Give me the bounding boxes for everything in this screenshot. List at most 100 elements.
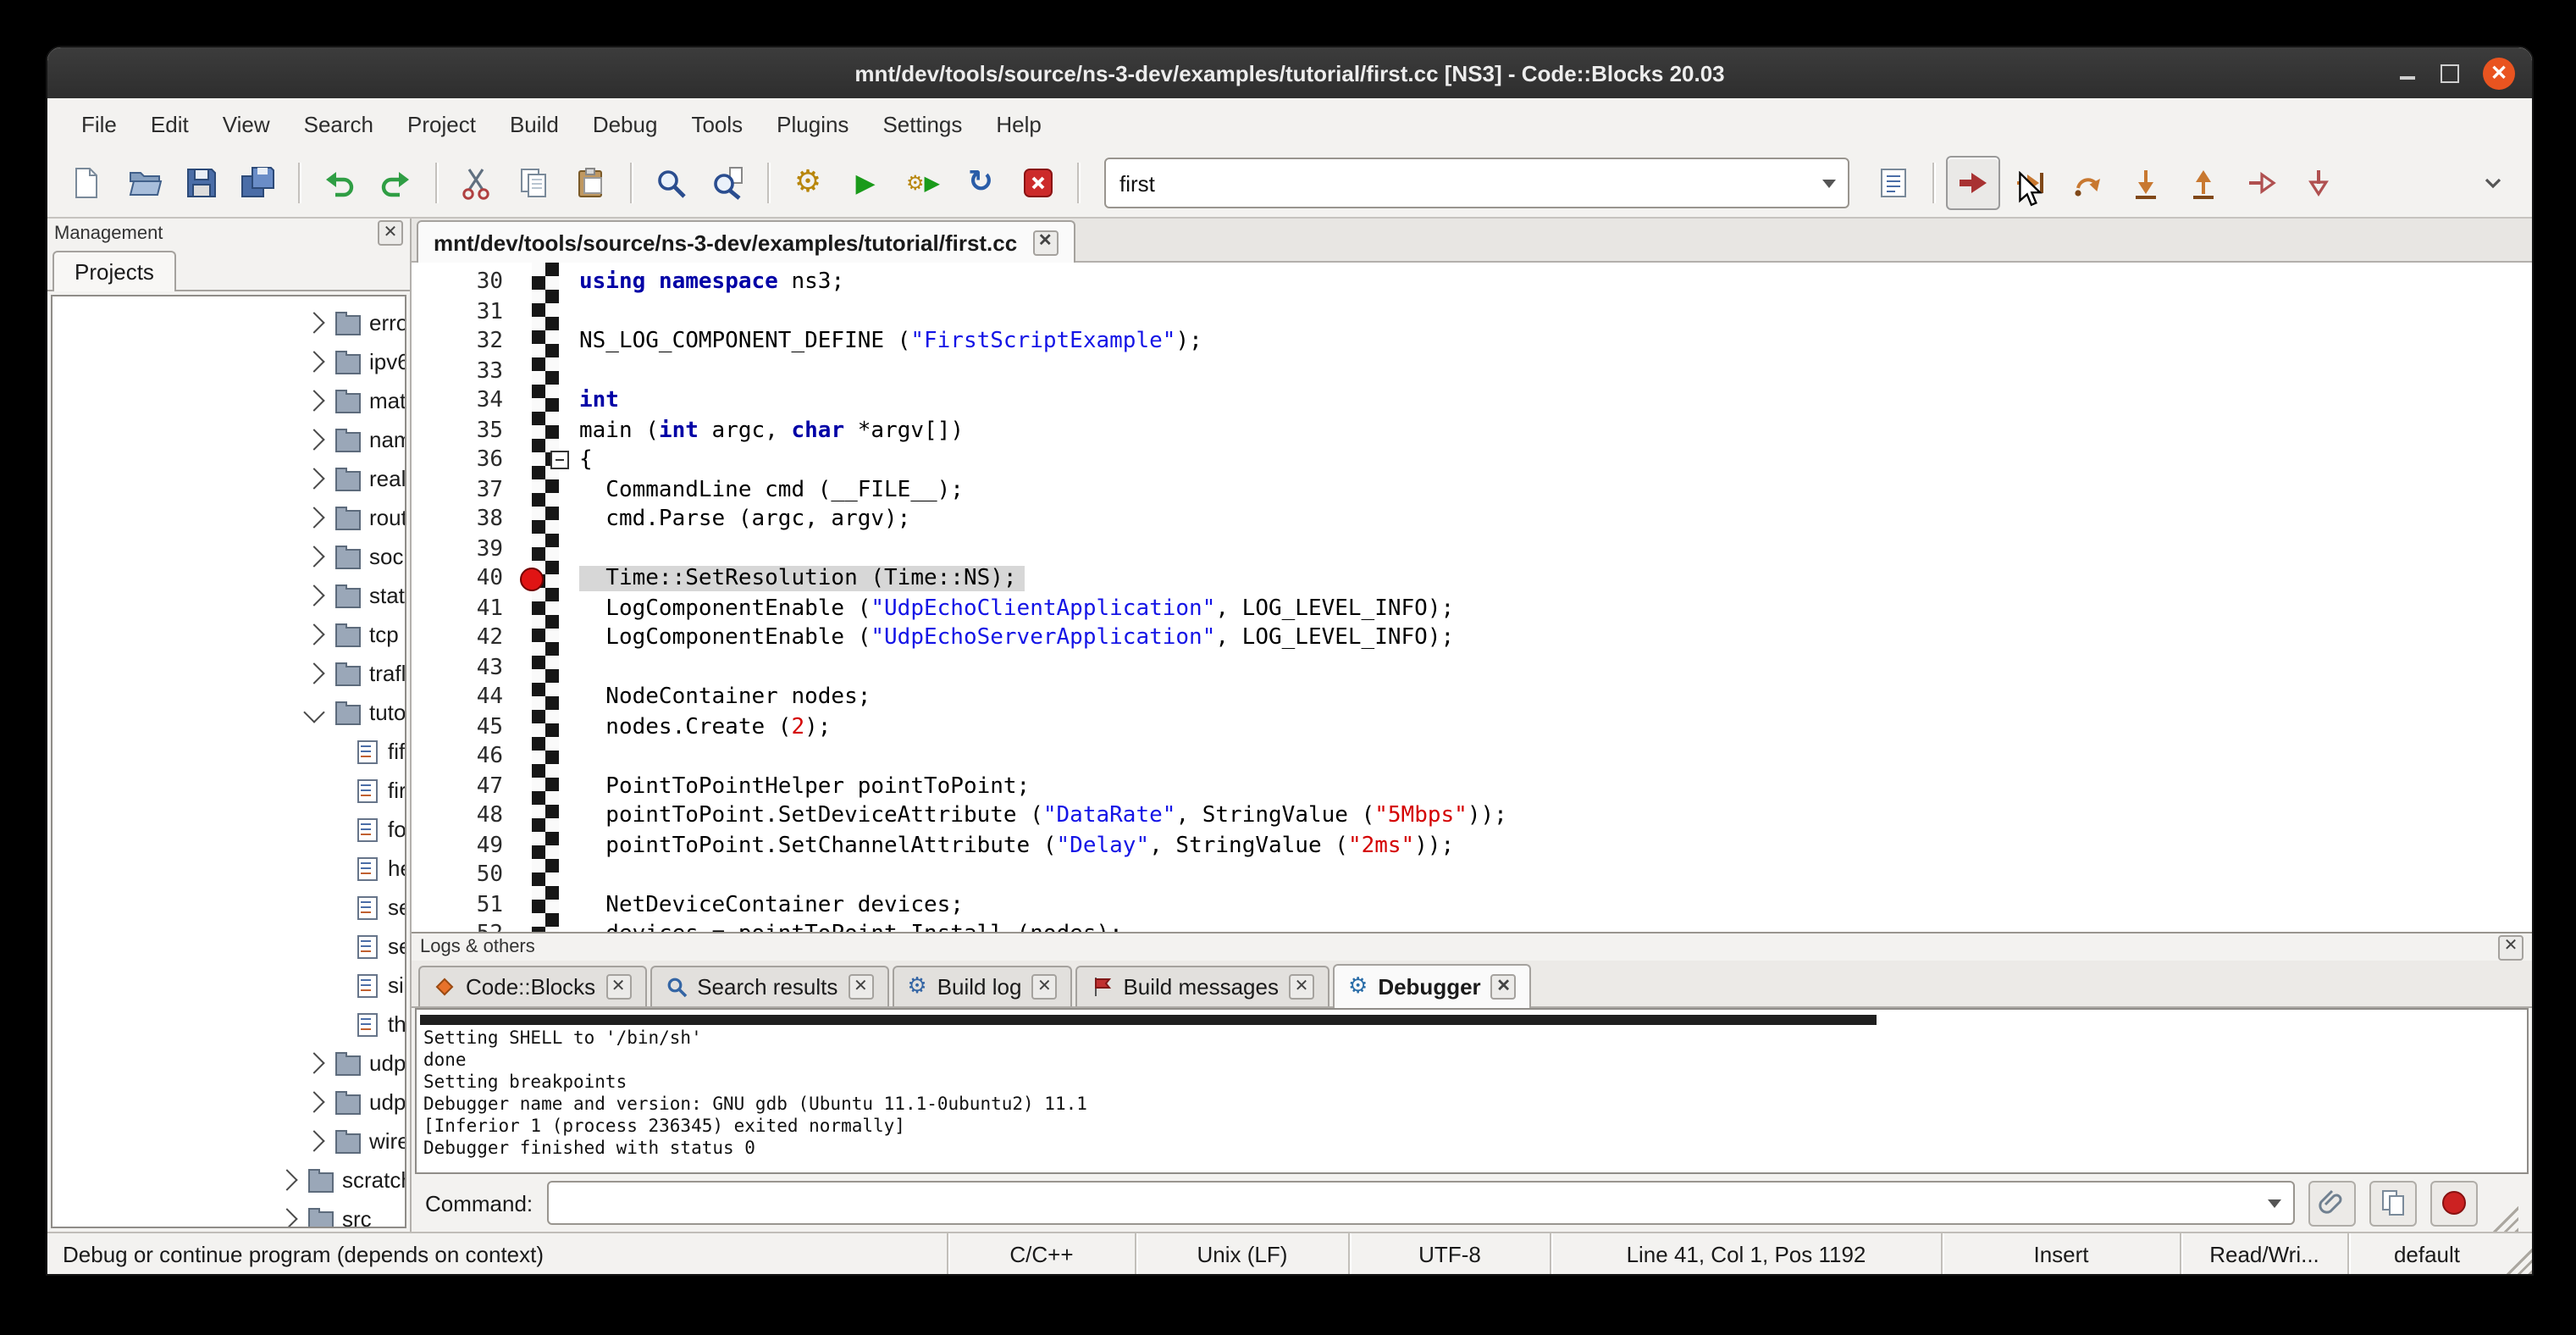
- line-number[interactable]: 49: [412, 834, 517, 859]
- close-icon[interactable]: ✕: [1032, 230, 1058, 255]
- chevron-right-icon[interactable]: [303, 1052, 324, 1073]
- build-and-run-button[interactable]: ⚙▶: [896, 156, 950, 210]
- command-input[interactable]: [548, 1190, 2256, 1216]
- tree-item-tcp[interactable]: tcp: [53, 615, 405, 654]
- tree-item-ipv6[interactable]: ipv6: [53, 342, 405, 381]
- menu-item-help[interactable]: Help: [979, 104, 1059, 143]
- chevron-right-icon[interactable]: [276, 1169, 297, 1190]
- chevron-right-icon[interactable]: [303, 546, 324, 567]
- line-number[interactable]: 36: [412, 448, 517, 474]
- copy-log-button[interactable]: [2369, 1180, 2417, 1226]
- tree-item-udp[interactable]: udp-: [53, 1083, 405, 1122]
- line-number[interactable]: 48: [412, 804, 517, 829]
- attach-button[interactable]: [2308, 1180, 2356, 1226]
- step-into-button[interactable]: [2119, 156, 2173, 210]
- breakpoint-margin[interactable]: [517, 568, 545, 591]
- maximize-button[interactable]: [2441, 64, 2459, 82]
- close-icon[interactable]: ✕: [1491, 974, 1517, 1000]
- line-number[interactable]: 46: [412, 745, 517, 770]
- close-icon[interactable]: ✕: [1031, 974, 1057, 1000]
- redo-button[interactable]: [369, 156, 423, 210]
- line-number[interactable]: 39: [412, 537, 517, 562]
- menu-item-view[interactable]: View: [206, 104, 287, 143]
- logs-tab-debugger[interactable]: ⚙Debugger✕: [1333, 964, 1532, 1008]
- close-icon[interactable]: ✕: [848, 974, 873, 1000]
- line-number[interactable]: 31: [412, 300, 517, 325]
- chevron-right-icon[interactable]: [303, 623, 324, 645]
- cut-button[interactable]: [449, 156, 503, 210]
- menu-item-tools[interactable]: Tools: [674, 104, 760, 143]
- tree-item-nam[interactable]: nam: [53, 420, 405, 459]
- editor-tab[interactable]: mnt/dev/tools/source/ns-3-dev/examples/t…: [417, 220, 1075, 263]
- tree-item-si[interactable]: si: [53, 966, 405, 1005]
- combo-dropdown-icon[interactable]: [1810, 159, 1848, 207]
- step-out-button[interactable]: [2176, 156, 2231, 210]
- tree-item-he[interactable]: he: [53, 849, 405, 888]
- target-list-button[interactable]: [1866, 156, 1921, 210]
- find-button[interactable]: [644, 156, 698, 210]
- tree-item-udp[interactable]: udp: [53, 1044, 405, 1083]
- menu-item-edit[interactable]: Edit: [134, 104, 206, 143]
- tree-item-fo[interactable]: fo: [53, 810, 405, 849]
- tree-item-scratch[interactable]: scratch: [53, 1161, 405, 1199]
- tree-item-rout[interactable]: rout: [53, 498, 405, 537]
- line-number[interactable]: 34: [412, 389, 517, 414]
- line-number[interactable]: 33: [412, 359, 517, 385]
- chevron-right-icon[interactable]: [303, 662, 324, 684]
- debug-continue-button[interactable]: [1946, 156, 2000, 210]
- tree-item-src[interactable]: src: [53, 1199, 405, 1228]
- logs-tab-build-messages[interactable]: Build messages✕: [1075, 966, 1329, 1006]
- chevron-right-icon[interactable]: [303, 468, 324, 489]
- tree-item-real[interactable]: real: [53, 459, 405, 498]
- line-number[interactable]: 43: [412, 656, 517, 681]
- line-number[interactable]: 32: [412, 330, 517, 355]
- close-icon[interactable]: ✕: [605, 974, 631, 1000]
- fold-marker-icon[interactable]: [550, 451, 568, 470]
- logs-tab-code-blocks[interactable]: Code::Blocks✕: [418, 966, 646, 1006]
- window-resize-grip[interactable]: [2505, 1247, 2532, 1274]
- panel-resize-grip[interactable]: [2491, 1205, 2518, 1232]
- new-file-button[interactable]: [59, 156, 113, 210]
- tree-item-se[interactable]: se: [53, 888, 405, 927]
- line-number[interactable]: 37: [412, 478, 517, 503]
- tree-item-trafl[interactable]: trafl: [53, 654, 405, 693]
- paste-button[interactable]: [564, 156, 618, 210]
- find-in-files-button[interactable]: [701, 156, 755, 210]
- chevron-right-icon[interactable]: [303, 584, 324, 606]
- tree-item-sock[interactable]: sock: [53, 537, 405, 576]
- line-number[interactable]: 41: [412, 596, 517, 622]
- menu-item-project[interactable]: Project: [390, 104, 493, 143]
- stop-button[interactable]: [2430, 1180, 2478, 1226]
- undo-button[interactable]: [312, 156, 366, 210]
- chevron-right-icon[interactable]: [303, 390, 324, 411]
- search-combo-input[interactable]: [1106, 170, 1810, 196]
- menu-item-plugins[interactable]: Plugins: [760, 104, 865, 143]
- tab-projects[interactable]: Projects: [53, 251, 176, 291]
- minimize-button[interactable]: [2396, 63, 2417, 83]
- line-number[interactable]: 47: [412, 774, 517, 800]
- run-to-cursor-button[interactable]: [2004, 156, 2058, 210]
- line-number[interactable]: 44: [412, 685, 517, 711]
- code-editor[interactable]: 30using namespace ns3;3132NS_LOG_COMPONE…: [412, 263, 2532, 932]
- tree-item-wire[interactable]: wire: [53, 1122, 405, 1161]
- line-number[interactable]: 38: [412, 507, 517, 533]
- menu-item-search[interactable]: Search: [287, 104, 390, 143]
- tree-item-se[interactable]: se: [53, 927, 405, 966]
- menu-item-build[interactable]: Build: [493, 104, 576, 143]
- chevron-right-icon[interactable]: [303, 429, 324, 450]
- line-number[interactable]: 50: [412, 863, 517, 889]
- next-instruction-button[interactable]: [2234, 156, 2288, 210]
- tree-item-erro[interactable]: erro: [53, 303, 405, 342]
- run-button[interactable]: ▶: [838, 156, 893, 210]
- logs-tab-build-log[interactable]: ⚙Build log✕: [892, 966, 1072, 1006]
- close-icon[interactable]: ✕: [378, 220, 403, 246]
- line-number[interactable]: 51: [412, 893, 517, 918]
- logs-tab-search-results[interactable]: Search results✕: [650, 966, 888, 1006]
- abort-build-button[interactable]: [1011, 156, 1065, 210]
- tree-item-fir[interactable]: fir: [53, 771, 405, 810]
- save-button[interactable]: [174, 156, 229, 210]
- step-into-instruction-button[interactable]: [2291, 156, 2346, 210]
- line-number[interactable]: 52: [412, 922, 517, 933]
- next-line-button[interactable]: [2061, 156, 2115, 210]
- save-all-button[interactable]: [232, 156, 286, 210]
